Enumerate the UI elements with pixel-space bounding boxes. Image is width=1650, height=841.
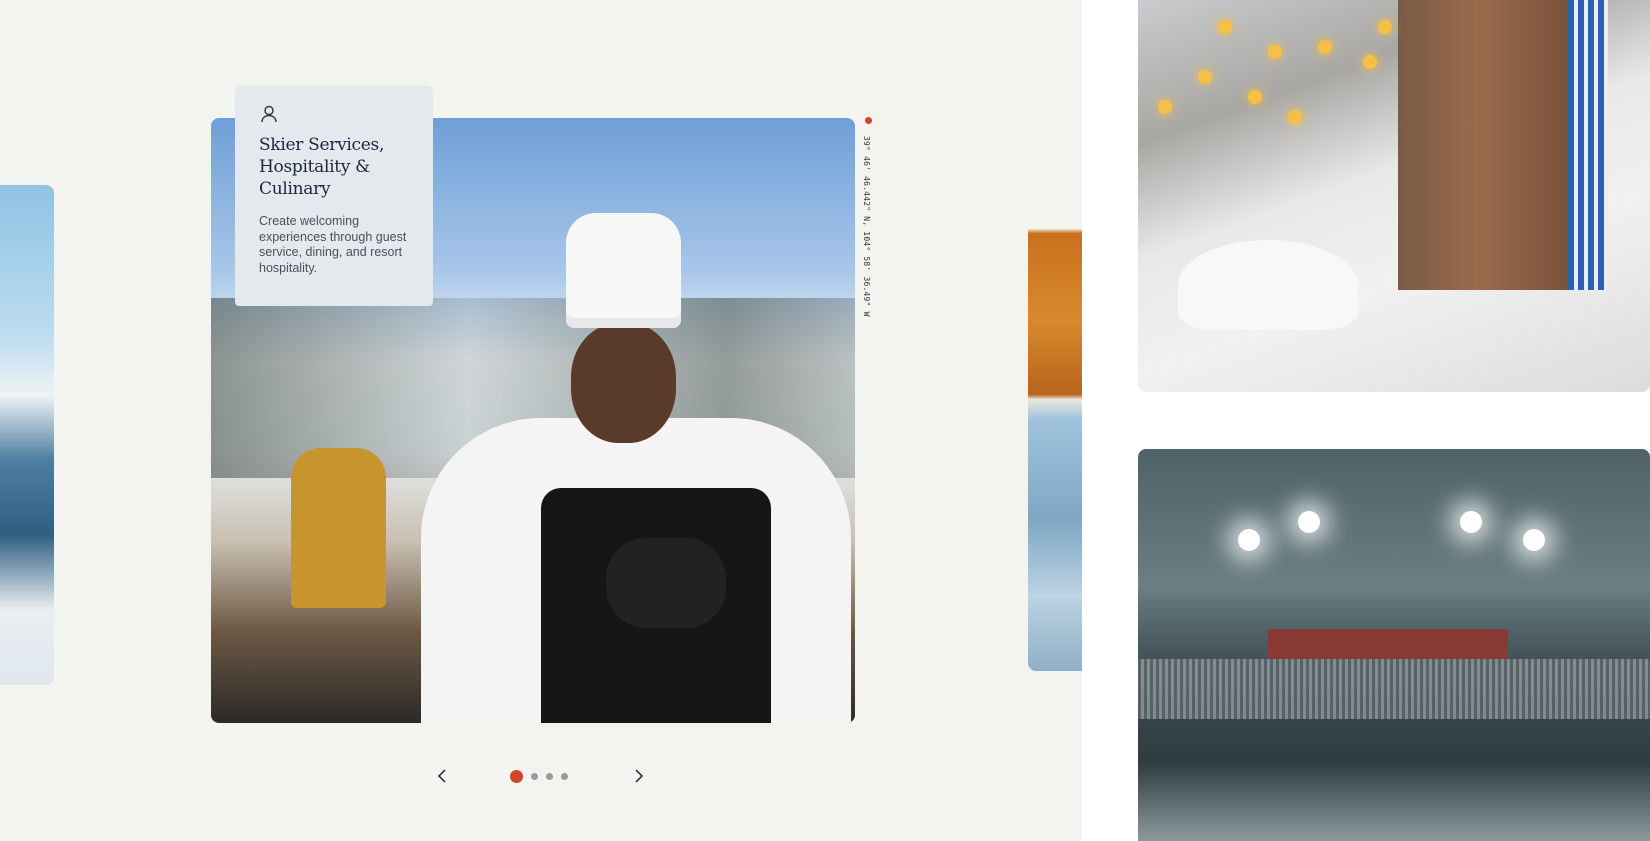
next-button[interactable]: [627, 764, 651, 788]
user-icon: [259, 104, 279, 124]
carousel-dots: [510, 770, 568, 783]
chevron-right-icon: [635, 769, 644, 783]
location-dot: [865, 117, 872, 124]
previous-slide-peek[interactable]: [0, 185, 54, 685]
carousel-dot[interactable]: [531, 773, 538, 780]
carousel-dot[interactable]: [546, 773, 553, 780]
chevron-left-icon: [437, 769, 446, 783]
skier-figure: [291, 448, 386, 608]
carousel-section: Skier Services, Hospitality & Culinary C…: [0, 0, 1082, 841]
carousel-dot[interactable]: [510, 770, 523, 783]
card-title: Skier Services, Hospitality & Culinary: [259, 135, 385, 199]
carousel-dot[interactable]: [561, 773, 568, 780]
prev-button[interactable]: [430, 764, 454, 788]
next-slide-peek[interactable]: [1028, 168, 1082, 671]
snowy-street-photo: [1138, 0, 1650, 392]
snow-groomer-photo: [1138, 449, 1650, 841]
info-card: Skier Services, Hospitality & Culinary C…: [235, 86, 433, 306]
coordinates-label: 39° 46' 46.442" N, 104° 58' 36.49" W: [862, 136, 871, 317]
card-description: Create welcoming experiences through gue…: [259, 214, 407, 275]
